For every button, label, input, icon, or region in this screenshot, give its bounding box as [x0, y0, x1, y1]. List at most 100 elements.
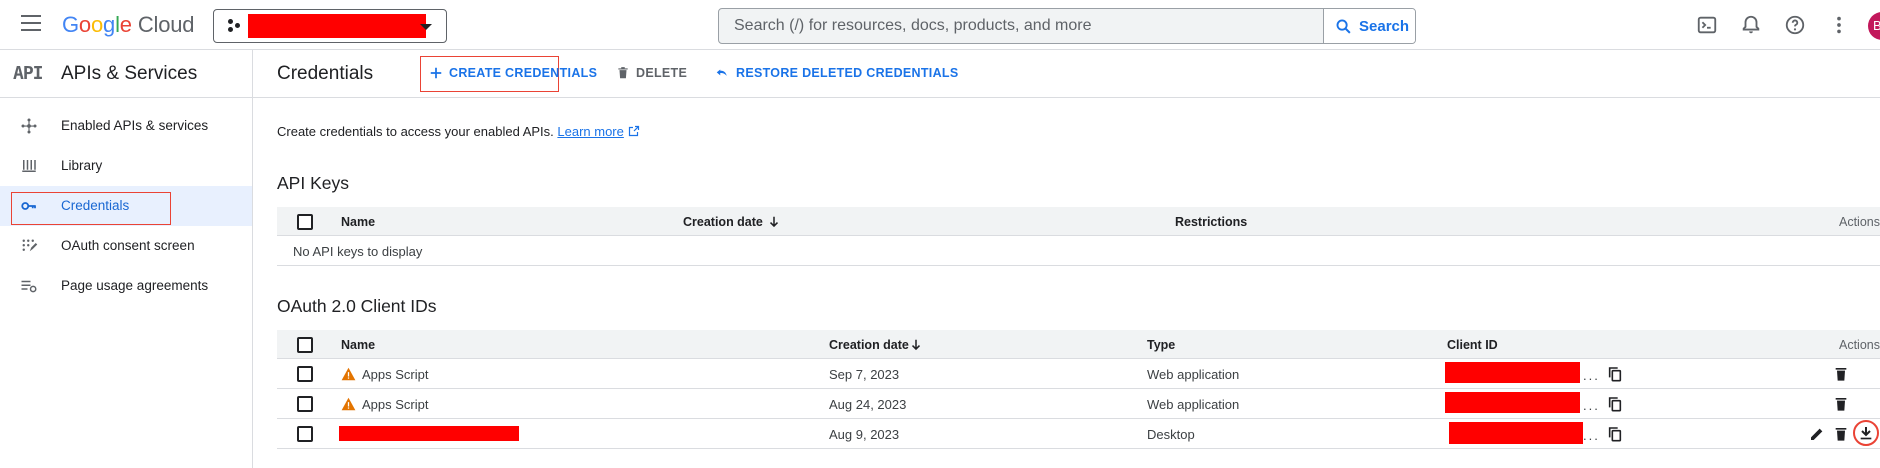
api-logo-icon: API	[13, 63, 43, 84]
page-title: Credentials	[277, 63, 374, 84]
chevron-down-icon	[420, 24, 432, 30]
table-row: Aug 9, 2023 Desktop ...	[277, 419, 1880, 449]
sort-arrow-down-icon[interactable]	[767, 214, 781, 230]
col-creation-date[interactable]: Creation date	[829, 338, 909, 352]
row-checkbox[interactable]	[297, 426, 313, 442]
sidebar-item-library[interactable]: Library	[0, 146, 252, 186]
search-button[interactable]: Search	[1323, 9, 1415, 43]
delete-label: DELETE	[636, 66, 688, 80]
client-id-ellipsis: ...	[1583, 428, 1600, 443]
name-cell: Apps Script	[341, 367, 428, 382]
client-name-link[interactable]: Apps Script	[362, 397, 428, 412]
download-icon[interactable]	[1858, 425, 1874, 441]
redacted-client-id	[1449, 422, 1583, 444]
api-keys-table-header: Name Creation date Restrictions Actions	[277, 207, 1880, 236]
intro-text: Create credentials to access your enable…	[277, 124, 554, 139]
empty-row: No API keys to display	[277, 236, 1880, 266]
logo-cloud: Cloud	[137, 12, 195, 37]
redacted-client-name[interactable]	[339, 426, 519, 441]
col-name[interactable]: Name	[341, 338, 375, 352]
select-all-checkbox[interactable]	[297, 214, 313, 230]
redacted-project-name	[248, 14, 426, 38]
warning-icon	[341, 367, 356, 381]
oauth-table-header: Name Creation date Type Client ID Action…	[277, 330, 1880, 359]
api-keys-title: API Keys	[277, 173, 349, 193]
delete-row-trash-icon[interactable]	[1833, 366, 1849, 382]
sidebar: API APIs & Services Enabled APIs & servi…	[0, 50, 253, 468]
plus-icon	[430, 67, 442, 79]
external-link-icon[interactable]	[628, 125, 640, 137]
help-icon[interactable]	[1784, 14, 1806, 36]
select-all-checkbox[interactable]	[297, 337, 313, 353]
delete-row-trash-icon[interactable]	[1833, 426, 1849, 442]
client-name-link[interactable]: Apps Script	[362, 367, 428, 382]
empty-message: No API keys to display	[293, 244, 423, 259]
restore-deleted-credentials-button[interactable]: RESTORE DELETED CREDENTIALS	[714, 66, 958, 80]
project-icon	[228, 19, 242, 33]
type-cell: Web application	[1147, 397, 1240, 412]
sidebar-item-oauth-consent[interactable]: OAuth consent screen	[0, 226, 252, 266]
col-name[interactable]: Name	[341, 215, 375, 229]
create-credentials-label: CREATE CREDENTIALS	[449, 66, 598, 80]
copy-icon[interactable]	[1607, 426, 1623, 442]
delete-button[interactable]: DELETE	[616, 66, 687, 80]
learn-more-link[interactable]: Learn more	[557, 124, 623, 139]
col-restrictions: Restrictions	[1175, 215, 1248, 229]
sidebar-title: APIs & Services	[61, 63, 198, 84]
col-type: Type	[1147, 338, 1176, 352]
hub-icon	[21, 118, 37, 134]
warning-icon	[341, 397, 356, 411]
sidebar-item-label: Enabled APIs & services	[61, 118, 209, 133]
library-icon	[22, 160, 36, 172]
restore-label: RESTORE DELETED CREDENTIALS	[736, 66, 959, 80]
col-actions: Actions	[1839, 338, 1880, 352]
search-bar: Search	[718, 8, 1416, 44]
delete-row-trash-icon[interactable]	[1833, 396, 1849, 412]
client-id-ellipsis: ...	[1583, 398, 1600, 413]
sidebar-item-page-usage[interactable]: Page usage agreements	[0, 266, 252, 306]
sidebar-header: API APIs & Services	[0, 50, 252, 98]
row-checkbox[interactable]	[297, 366, 313, 382]
notifications-bell-icon[interactable]	[1740, 14, 1762, 36]
hamburger-menu-icon[interactable]	[18, 15, 44, 35]
avatar[interactable]: B	[1868, 12, 1880, 40]
col-creation-date[interactable]: Creation date	[683, 215, 763, 229]
logo-google: Google	[62, 12, 132, 37]
sidebar-item-label: OAuth consent screen	[61, 238, 195, 253]
consent-icon	[22, 239, 38, 252]
cloud-shell-icon[interactable]	[1696, 14, 1718, 36]
redacted-client-id	[1445, 362, 1580, 383]
create-credentials-button[interactable]: CREATE CREDENTIALS	[429, 66, 597, 80]
edit-pencil-icon[interactable]	[1809, 426, 1825, 442]
copy-icon[interactable]	[1607, 366, 1623, 382]
main-content: Credentials CREATE CREDENTIALS DELETE RE…	[253, 50, 1880, 468]
type-cell: Web application	[1147, 367, 1240, 382]
copy-icon[interactable]	[1607, 396, 1623, 412]
credentials-highlight-box	[11, 192, 171, 225]
top-bar: GoogleCloud Search B	[0, 0, 1880, 50]
sidebar-item-enabled-apis[interactable]: Enabled APIs & services	[0, 106, 252, 146]
trash-icon	[618, 67, 628, 79]
sidebar-item-label: Library	[61, 158, 103, 173]
oauth-title: OAuth 2.0 Client IDs	[277, 296, 437, 316]
table-row: Apps Script Aug 24, 2023 Web application…	[277, 389, 1880, 419]
sidebar-item-label: Page usage agreements	[61, 278, 209, 293]
search-button-label: Search	[1359, 17, 1410, 35]
redacted-client-id	[1445, 392, 1580, 413]
search-input[interactable]	[719, 9, 1323, 43]
name-cell: Apps Script	[341, 397, 428, 412]
search-icon	[1336, 19, 1351, 34]
learn-more-label: Learn more	[557, 124, 624, 139]
google-cloud-logo[interactable]: Google Cloud	[62, 12, 194, 38]
sort-arrow-down-icon[interactable]	[909, 337, 923, 353]
col-actions: Actions	[1839, 215, 1880, 229]
client-id-ellipsis: ...	[1583, 368, 1600, 383]
settings-list-icon	[21, 280, 37, 293]
table-row: Apps Script Sep 7, 2023 Web application …	[277, 359, 1880, 389]
more-vert-icon[interactable]	[1828, 14, 1850, 36]
date-cell: Sep 7, 2023	[829, 367, 900, 382]
row-checkbox[interactable]	[297, 396, 313, 412]
date-cell: Aug 24, 2023	[829, 397, 907, 412]
project-picker[interactable]	[213, 9, 447, 43]
col-client-id: Client ID	[1447, 338, 1498, 352]
